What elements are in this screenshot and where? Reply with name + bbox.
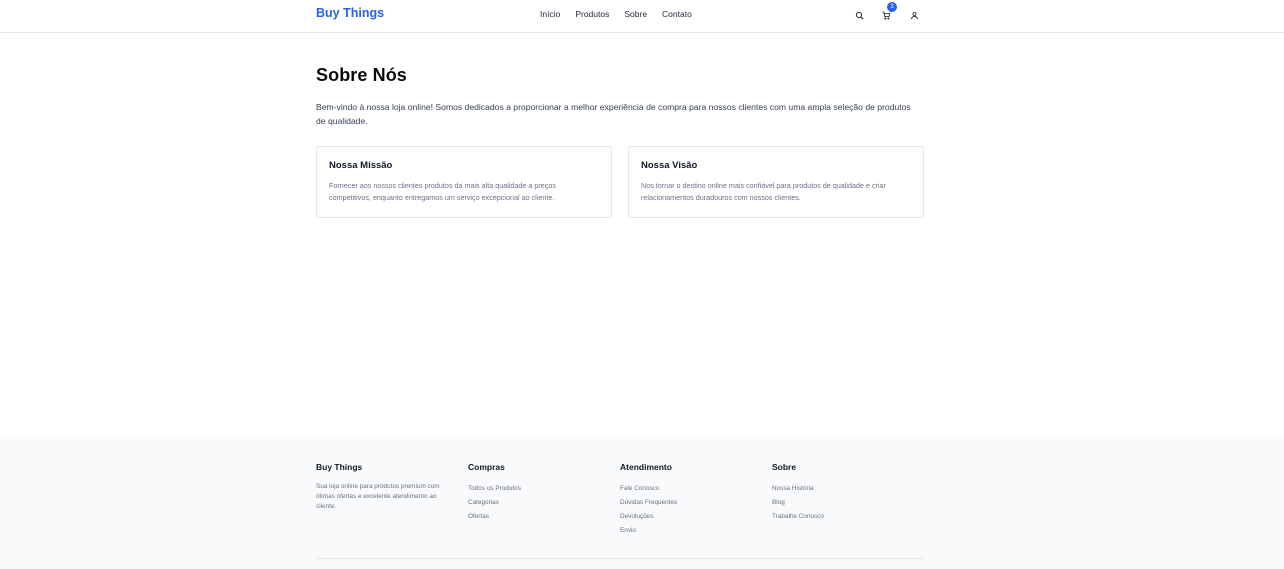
footer-heading-atendimento: Atendimento — [620, 462, 672, 472]
intro-text: Bem-vindo à nossa loja online! Somos ded… — [316, 102, 911, 126]
site-header: Buy Things Início Produtos Sobre Contato… — [0, 0, 1284, 33]
nav-link-contato[interactable]: Contato — [662, 9, 692, 19]
footer-link-historia[interactable]: Nossa História — [772, 485, 814, 492]
footer-link-trabalhe-conosco[interactable]: Trabalhe Conosco — [772, 513, 824, 520]
mission-card: Nossa Missão Fornecer aos nossos cliente… — [316, 146, 612, 218]
footer-brand: Buy Things — [316, 462, 363, 472]
list-item: Fale Conosco — [620, 482, 772, 496]
list-item: Ofertas — [468, 510, 620, 524]
page-title: Sobre Nós — [316, 65, 407, 85]
footer-heading-sobre: Sobre — [772, 462, 797, 472]
footer-link-envio[interactable]: Envio — [620, 527, 636, 534]
footer-about: Buy Things Sua loja online para produtos… — [316, 462, 468, 538]
user-icon — [910, 11, 918, 19]
account-button[interactable] — [907, 8, 921, 22]
list-item: Dúvidas Frequentes — [620, 496, 772, 510]
footer-about-text: Sua loja online para produtos premium co… — [316, 483, 440, 510]
vision-text: Nos tornar o destino online mais confiáv… — [641, 181, 886, 202]
footer-links-compras: Todos os Produtos Categorias Ofertas — [468, 482, 620, 524]
list-item: Envio — [620, 524, 772, 538]
search-icon — [855, 11, 863, 19]
footer-divider — [316, 558, 924, 559]
nav-link-produtos[interactable]: Produtos — [575, 9, 609, 19]
list-item: Todos os Produtos — [468, 482, 620, 496]
list-item: Devoluções — [620, 510, 772, 524]
footer-link-ofertas[interactable]: Ofertas — [468, 513, 489, 520]
footer-links-sobre: Nossa História Blog Trabalhe Conosco — [772, 482, 924, 524]
brand-logo[interactable]: Buy Things — [316, 6, 384, 20]
cart-count-badge: 3 — [887, 2, 897, 12]
footer-link-fale-conosco[interactable]: Fale Conosco — [620, 485, 659, 492]
cart-icon — [881, 11, 890, 20]
footer-link-todos-produtos[interactable]: Todos os Produtos — [468, 485, 521, 492]
cart-button[interactable]: 3 — [879, 2, 897, 22]
list-item: Blog — [772, 496, 924, 510]
header-actions: 3 — [852, 2, 924, 24]
footer-col-compras: Compras Todos os Produtos Categorias Ofe… — [468, 462, 620, 538]
footer-heading-compras: Compras — [468, 462, 505, 472]
nav-link-inicio[interactable]: Início — [540, 9, 560, 19]
info-cards: Nossa Missão Fornecer aos nossos cliente… — [316, 146, 924, 218]
mission-title: Nossa Missão — [329, 160, 393, 171]
vision-card: Nossa Visão Nos tornar o destino online … — [628, 146, 924, 218]
main-content: Sobre Nós Bem-vindo à nossa loja online!… — [316, 33, 924, 218]
footer-links-atendimento: Fale Conosco Dúvidas Frequentes Devoluçõ… — [620, 482, 772, 538]
footer-link-duvidas[interactable]: Dúvidas Frequentes — [620, 499, 677, 506]
footer-link-blog[interactable]: Blog — [772, 499, 785, 506]
list-item: Categorias — [468, 496, 620, 510]
list-item: Trabalhe Conosco — [772, 510, 924, 524]
list-item: Nossa História — [772, 482, 924, 496]
footer-columns: Buy Things Sua loja online para produtos… — [316, 462, 924, 538]
site-footer: Buy Things Sua loja online para produtos… — [0, 436, 1284, 569]
footer-link-categorias[interactable]: Categorias — [468, 499, 499, 506]
footer-link-devolucoes[interactable]: Devoluções — [620, 513, 653, 520]
nav-link-sobre[interactable]: Sobre — [624, 9, 647, 19]
vision-title: Nossa Visão — [641, 160, 698, 171]
mission-text: Fornecer aos nossos clientes produtos da… — [329, 181, 556, 202]
main-nav: Início Produtos Sobre Contato — [540, 9, 692, 19]
search-button[interactable] — [852, 8, 866, 22]
footer-col-sobre: Sobre Nossa História Blog Trabalhe Conos… — [772, 462, 924, 538]
footer-col-atendimento: Atendimento Fale Conosco Dúvidas Frequen… — [620, 462, 772, 538]
